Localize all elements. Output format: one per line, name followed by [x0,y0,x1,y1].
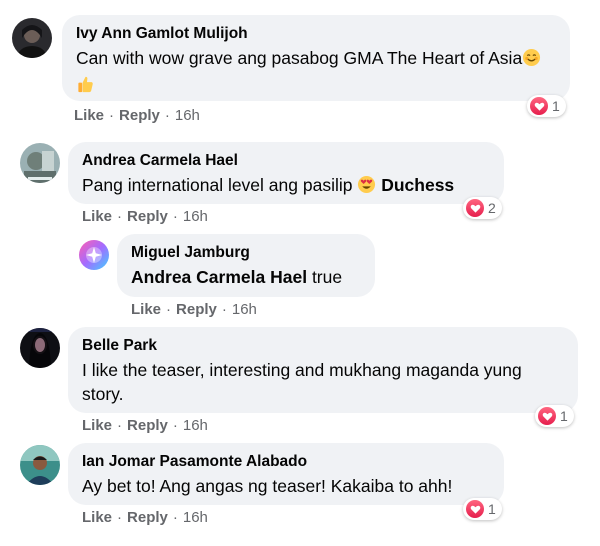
avatar[interactable] [20,328,60,368]
like-button[interactable]: Like [74,107,104,124]
comment-author[interactable]: Miguel Jamburg [131,243,361,263]
heart-eyes-icon [357,175,376,200]
separator: · [109,107,115,124]
love-reaction-icon [538,407,556,425]
thumbs-up-icon [76,75,95,100]
comment-text: Andrea Carmela Hael true [131,265,361,289]
comment-actions: Like · Reply · 16h [131,301,257,318]
separator: · [221,301,227,318]
comment-body: Can with wow grave ang pasabog GMA The H… [76,48,523,68]
comment-bubble: Andrea Carmela Hael Pang international l… [68,142,504,204]
comment-actions: Like · Reply · 16h [82,208,208,225]
like-button[interactable]: Like [131,301,161,318]
reaction-count: 1 [488,501,496,517]
comment-bubble: Ian Jomar Pasamonte Alabado Ay bet to! A… [68,443,504,505]
comment-author[interactable]: Belle Park [82,336,564,356]
comment-author[interactable]: Ian Jomar Pasamonte Alabado [82,452,490,472]
separator: · [172,417,178,434]
mentioned-name[interactable]: Andrea Carmela Hael [131,267,307,287]
reply-button[interactable]: Reply [127,417,168,434]
timestamp[interactable]: 16h [183,509,208,526]
separator: · [172,208,178,225]
like-button[interactable]: Like [82,509,112,526]
avatar[interactable] [12,18,52,58]
comment-body: I like the teaser, interesting and mukha… [82,360,522,404]
comment-body: Pang international level ang pasilip [82,175,353,195]
reaction-badge[interactable]: 1 [527,95,566,117]
timestamp[interactable]: 16h [232,301,257,318]
comment-author[interactable]: Andrea Carmela Hael [82,151,490,171]
comment-text: Can with wow grave ang pasabog GMA The H… [76,46,556,100]
reaction-count: 2 [488,200,496,216]
separator: · [172,509,178,526]
comment-text: I like the teaser, interesting and mukha… [82,358,564,406]
reply-button[interactable]: Reply [119,107,160,124]
love-reaction-icon [466,199,484,217]
reaction-badge[interactable]: 2 [463,197,502,219]
avatar[interactable] [79,240,109,270]
timestamp[interactable]: 16h [175,107,200,124]
separator: · [117,509,123,526]
like-button[interactable]: Like [82,417,112,434]
separator: · [164,107,170,124]
comment-body: true [311,267,343,287]
separator: · [117,208,123,225]
comment-bubble: Miguel Jamburg Andrea Carmela Hael true [117,234,375,297]
separator: · [166,301,172,318]
comment-text: Ay bet to! Ang angas ng teaser! Kakaiba … [82,474,490,498]
reply-button[interactable]: Reply [176,301,217,318]
smiling-face-icon [522,48,541,73]
like-button[interactable]: Like [82,208,112,225]
reply-button[interactable]: Reply [127,208,168,225]
mentioned-name[interactable]: Duchess [381,175,454,195]
separator: · [117,417,123,434]
reaction-badge[interactable]: 1 [463,498,502,520]
reaction-badge[interactable]: 1 [535,405,574,427]
reaction-count: 1 [552,98,560,114]
comment-actions: Like · Reply · 16h [82,417,208,434]
love-reaction-icon [466,500,484,518]
comment-text: Pang international level ang pasilip Duc… [82,173,490,200]
reply-button[interactable]: Reply [127,509,168,526]
avatar[interactable] [20,143,60,183]
comment-bubble: Belle Park I like the teaser, interestin… [68,327,578,413]
reaction-count: 1 [560,408,568,424]
timestamp[interactable]: 16h [183,417,208,434]
comment-bubble: Ivy Ann Gamlot Mulijoh Can with wow grav… [62,15,570,101]
timestamp[interactable]: 16h [183,208,208,225]
comment-body: Ay bet to! Ang angas ng teaser! Kakaiba … [82,476,453,496]
comment-actions: Like · Reply · 16h [74,107,200,124]
comment-actions: Like · Reply · 16h [82,509,208,526]
love-reaction-icon [530,97,548,115]
comment-author[interactable]: Ivy Ann Gamlot Mulijoh [76,24,556,44]
avatar[interactable] [20,445,60,485]
